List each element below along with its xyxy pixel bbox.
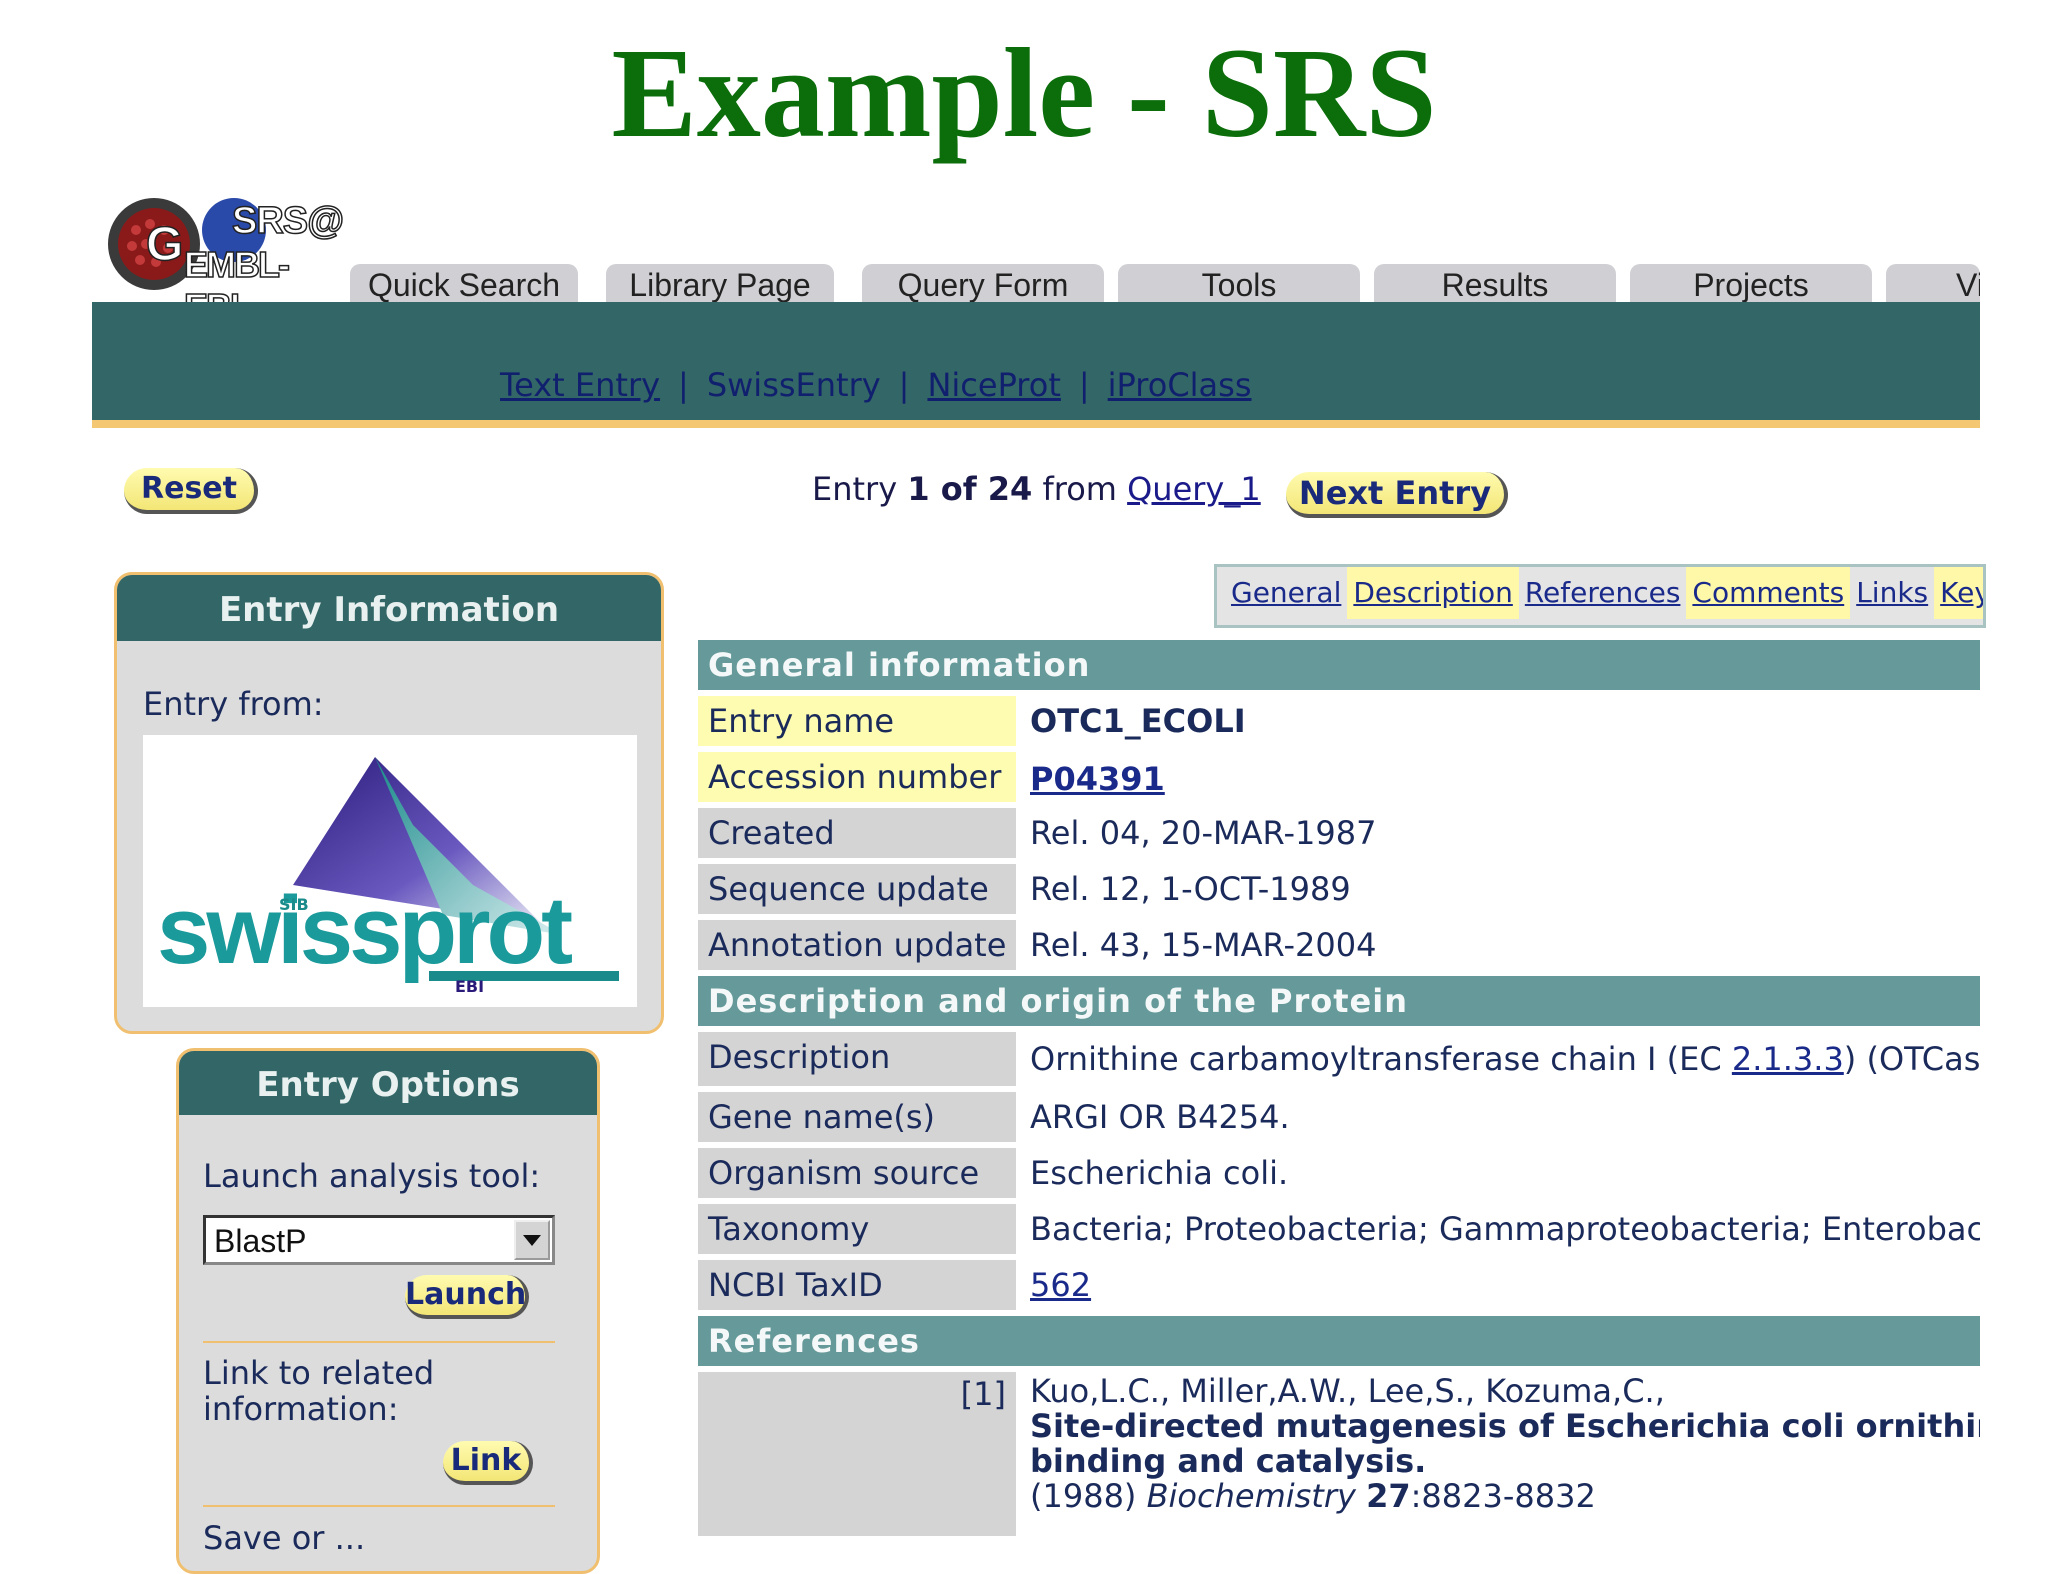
tab-query-form[interactable]: Query Form xyxy=(862,264,1104,304)
tab-view[interactable]: View xyxy=(1886,264,1980,304)
slide-title: Example - SRS xyxy=(611,22,1437,164)
gene-name-label: Gene name(s) xyxy=(698,1092,1016,1142)
divider xyxy=(203,1341,555,1343)
link-label: Link to related information: xyxy=(203,1355,434,1427)
entry-name-label: Entry name xyxy=(698,696,1016,746)
accession-link[interactable]: P04391 xyxy=(1030,760,1165,798)
reference-entry: Kuo,L.C., Miller,A.W., Lee,S., Kozuma,C.… xyxy=(1030,1374,1980,1514)
accession-label: Accession number xyxy=(698,752,1016,802)
tool-select[interactable]: BlastP xyxy=(203,1215,555,1265)
reference-pages: :8823-8832 xyxy=(1410,1477,1596,1515)
organism-label: Organism source xyxy=(698,1148,1016,1198)
separator: | xyxy=(678,366,689,404)
logo-line1: SRS@ xyxy=(231,199,345,243)
niceprot-link[interactable]: NiceProt xyxy=(927,366,1060,404)
entry-options-title: Entry Options xyxy=(179,1051,597,1115)
reference-title-line2: binding and catalysis. xyxy=(1030,1442,1427,1480)
srs-logo[interactable]: G SRS@ EMBL-EBI xyxy=(106,196,345,328)
entry-prefix: Entry xyxy=(812,470,908,508)
svg-text:G: G xyxy=(146,218,183,271)
more-options-label: Save or ... xyxy=(203,1519,366,1557)
tab-library-page[interactable]: Library Page xyxy=(606,264,834,304)
dropdown-arrow-icon[interactable] xyxy=(514,1220,550,1260)
entry-information-panel: Entry Information Entry from: swissprot … xyxy=(114,572,664,1034)
reference-year: (1988) xyxy=(1030,1477,1137,1515)
entry-counter: Entry 1 of 24 from Query_1 xyxy=(812,470,1261,508)
tab-keywords[interactable]: Keywords xyxy=(1934,567,1983,619)
text-entry-link[interactable]: Text Entry xyxy=(500,366,660,404)
description-section-header: Description and origin of the Protein xyxy=(698,976,1980,1026)
sib-mark: SIB xyxy=(279,895,309,914)
entry-position: 1 of 24 xyxy=(907,470,1033,508)
swissentry-link[interactable]: SwissEntry xyxy=(707,366,881,404)
general-section-header: General information xyxy=(698,640,1980,690)
annotation-update-label: Annotation update xyxy=(698,920,1016,970)
ncbi-taxid-link[interactable]: 562 xyxy=(1030,1266,1091,1304)
tab-tools[interactable]: Tools xyxy=(1118,264,1360,304)
sequence-update-label: Sequence update xyxy=(698,864,1016,914)
separator: | xyxy=(1078,366,1090,404)
tab-general[interactable]: General xyxy=(1225,567,1347,619)
link-label-line2: information: xyxy=(203,1390,399,1428)
entry-from: from xyxy=(1032,470,1128,508)
tab-comments[interactable]: Comments xyxy=(1686,567,1851,619)
description-text: Ornithine carbamoyltransferase chain I (… xyxy=(1030,1040,1732,1078)
reference-volume: 27 xyxy=(1366,1477,1411,1515)
ncbi-taxid-label: NCBI TaxID xyxy=(698,1260,1016,1310)
entry-table: General information Entry name OTC1_ECOL… xyxy=(698,640,1980,1536)
taxonomy-label: Taxonomy xyxy=(698,1204,1016,1254)
nav-bar xyxy=(92,302,1980,428)
entry-information-title: Entry Information xyxy=(117,575,661,641)
reference-authors: Kuo,L.C., Miller,A.W., Lee,S., Kozuma,C.… xyxy=(1030,1372,1665,1410)
query-link[interactable]: Query_1 xyxy=(1127,470,1261,508)
separator: | xyxy=(898,366,910,404)
gene-name-value: ARGI OR B4254. xyxy=(1030,1098,1290,1136)
swissprot-wordmark: swissprot xyxy=(157,881,573,981)
divider xyxy=(203,1505,555,1507)
link-label-line1: Link to related xyxy=(203,1354,435,1392)
ec-number-link[interactable]: 2.1.3.3 xyxy=(1732,1040,1844,1078)
references-section-header: References xyxy=(698,1316,1980,1366)
description-value: Ornithine carbamoyltransferase chain I (… xyxy=(1030,1034,1980,1084)
swissprot-logo[interactable]: swissprot SIB EBI xyxy=(143,735,637,1007)
iproclass-link[interactable]: iProClass xyxy=(1108,366,1252,404)
tab-results[interactable]: Results xyxy=(1374,264,1616,304)
entry-options-panel: Entry Options Launch analysis tool: Blas… xyxy=(176,1048,600,1574)
taxonomy-value: Bacteria; Proteobacteria; Gammaproteobac… xyxy=(1030,1210,1980,1248)
reference-index: [1] xyxy=(698,1372,1016,1536)
tool-select-value: BlastP xyxy=(214,1223,307,1259)
organism-value: Escherichia coli. xyxy=(1030,1154,1289,1192)
section-tabs: General Description References Comments Link… xyxy=(1214,564,1986,628)
description-suffix: ) (OTCase xyxy=(1843,1040,1980,1078)
created-value: Rel. 04, 20-MAR-1987 xyxy=(1030,814,1377,852)
tab-quick-search[interactable]: Quick Search xyxy=(350,264,578,304)
reference-title-line1: Site-directed mutagenesis of Escherichia… xyxy=(1030,1407,1980,1445)
description-label: Description xyxy=(698,1032,1016,1086)
tab-references[interactable]: References xyxy=(1519,567,1687,619)
tab-description[interactable]: Description xyxy=(1347,567,1519,619)
annotation-update-value: Rel. 43, 15-MAR-2004 xyxy=(1030,926,1377,964)
sequence-update-value: Rel. 12, 1-OCT-1989 xyxy=(1030,870,1351,908)
reference-journal: Biochemistry xyxy=(1146,1477,1356,1515)
launch-button[interactable]: Launch xyxy=(405,1275,529,1319)
created-label: Created xyxy=(698,808,1016,858)
reference-citation: (1988) Biochemistry 27:8823-8832 xyxy=(1030,1479,1980,1514)
entry-name-value: OTC1_ECOLI xyxy=(1030,702,1246,740)
launch-tool-label: Launch analysis tool: xyxy=(203,1157,541,1195)
tab-links[interactable]: Links xyxy=(1850,567,1934,619)
swissprot-word: swissprot xyxy=(157,877,573,984)
next-entry-button[interactable]: Next Entry xyxy=(1286,472,1508,518)
tab-projects[interactable]: Projects xyxy=(1630,264,1872,304)
link-button[interactable]: Link xyxy=(443,1441,533,1485)
ebi-mark: EBI xyxy=(455,977,485,996)
reset-button[interactable]: Reset xyxy=(124,468,258,514)
entry-from-label: Entry from: xyxy=(143,685,324,723)
entry-format-nav: Text Entry | SwissEntry | NiceProt | iProClass xyxy=(500,366,1252,406)
